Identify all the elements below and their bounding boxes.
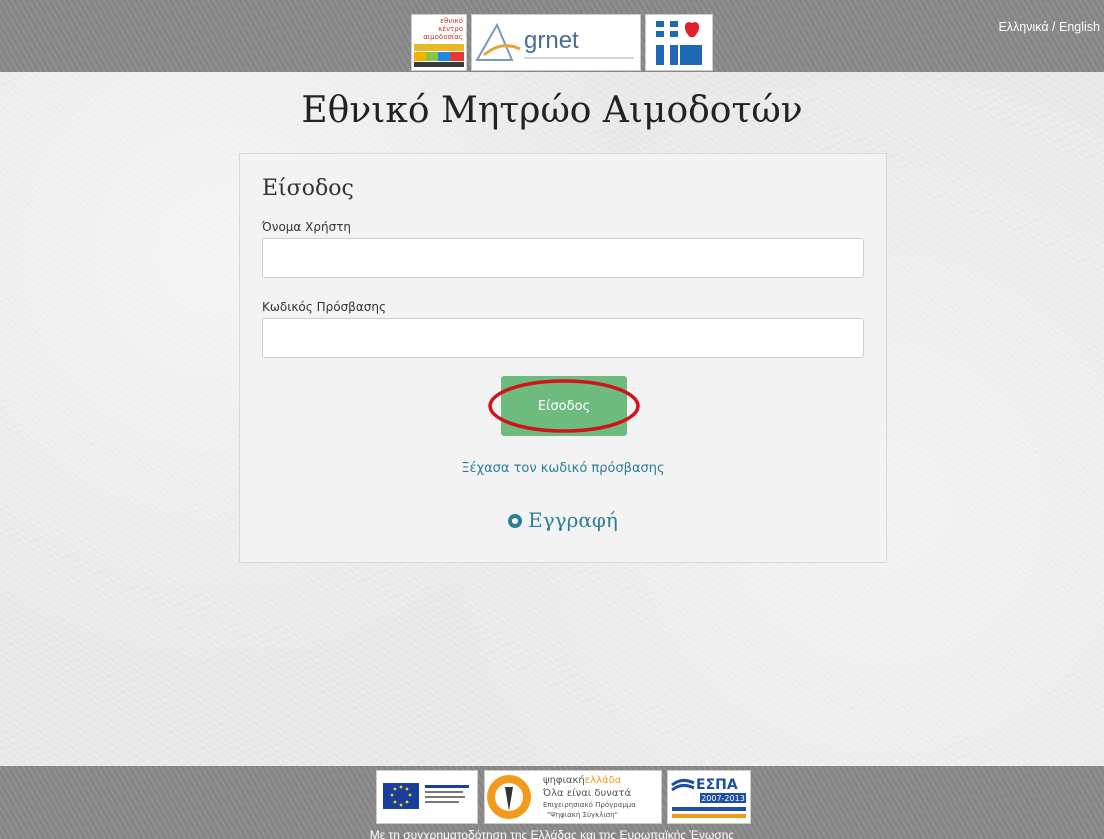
ekea-logo-line1: εθνικό bbox=[440, 17, 463, 25]
page-title: Εθνικό Μητρώο Αιμοδοτών bbox=[301, 90, 803, 131]
eu-flag-logo bbox=[376, 770, 478, 824]
svg-text:ψηφιακήελλάδα: ψηφιακήελλάδα bbox=[543, 774, 622, 786]
cofinancing-caption: Με τη συγχρηματοδότηση της Ελλάδας και τ… bbox=[369, 828, 735, 839]
register-label: Εγγραφή bbox=[528, 508, 618, 532]
ekea-logo: εθνικό κέντρο αιμοδοσίας bbox=[411, 14, 467, 71]
login-heading: Είσοδος bbox=[262, 176, 354, 201]
language-switch-link[interactable]: Ελληνικά / English bbox=[998, 20, 1100, 34]
espa-years: 2007-2013 bbox=[701, 794, 745, 803]
grnet-logo: grnet bbox=[471, 14, 641, 71]
health-ministry-logo bbox=[645, 14, 713, 71]
psifiaki-slogan: Όλα είναι δυνατά bbox=[542, 787, 631, 799]
login-panel: Είσοδος Όνομα Χρήστη Κωδικός Πρόσβασης Ε… bbox=[239, 153, 887, 563]
password-input[interactable] bbox=[262, 318, 864, 358]
psifiaki-program-name: "Ψηφιακή Σύγκλιση" bbox=[547, 811, 618, 819]
espa-logo: ΕΣΠΑ 2007-2013 bbox=[667, 770, 751, 824]
psifiaki-program: Επιχειρησιακό Πρόγραμμα bbox=[543, 801, 636, 809]
footer: ψηφιακήελλάδα Όλα είναι δυνατά Επιχειρησ… bbox=[0, 766, 1104, 839]
forgot-password-link[interactable]: Ξέχασα τον κωδικό πρόσβασης bbox=[240, 461, 886, 476]
password-label: Κωδικός Πρόσβασης bbox=[262, 300, 387, 314]
ekea-logo-line3: αιμοδοσίας bbox=[423, 33, 463, 41]
ellada-word: ελλάδα bbox=[585, 774, 622, 786]
grnet-logo-text: grnet bbox=[524, 27, 579, 54]
circle-dot-icon bbox=[508, 514, 523, 528]
username-input[interactable] bbox=[262, 238, 864, 278]
register-link[interactable]: Εγγραφή bbox=[240, 508, 886, 532]
ekea-logo-line2: κέντρο bbox=[438, 25, 463, 33]
espa-title: ΕΣΠΑ bbox=[696, 777, 738, 793]
psifiaki-word: ψηφιακή bbox=[543, 774, 585, 786]
username-label: Όνομα Χρήστη bbox=[262, 220, 352, 234]
login-button[interactable]: Είσοδος bbox=[501, 376, 627, 436]
psifiaki-ellada-logo: ψηφιακήελλάδα Όλα είναι δυνατά Επιχειρησ… bbox=[484, 770, 662, 824]
top-bar: εθνικό κέντρο αιμοδοσίας grnet Ελληνικά … bbox=[0, 0, 1104, 72]
